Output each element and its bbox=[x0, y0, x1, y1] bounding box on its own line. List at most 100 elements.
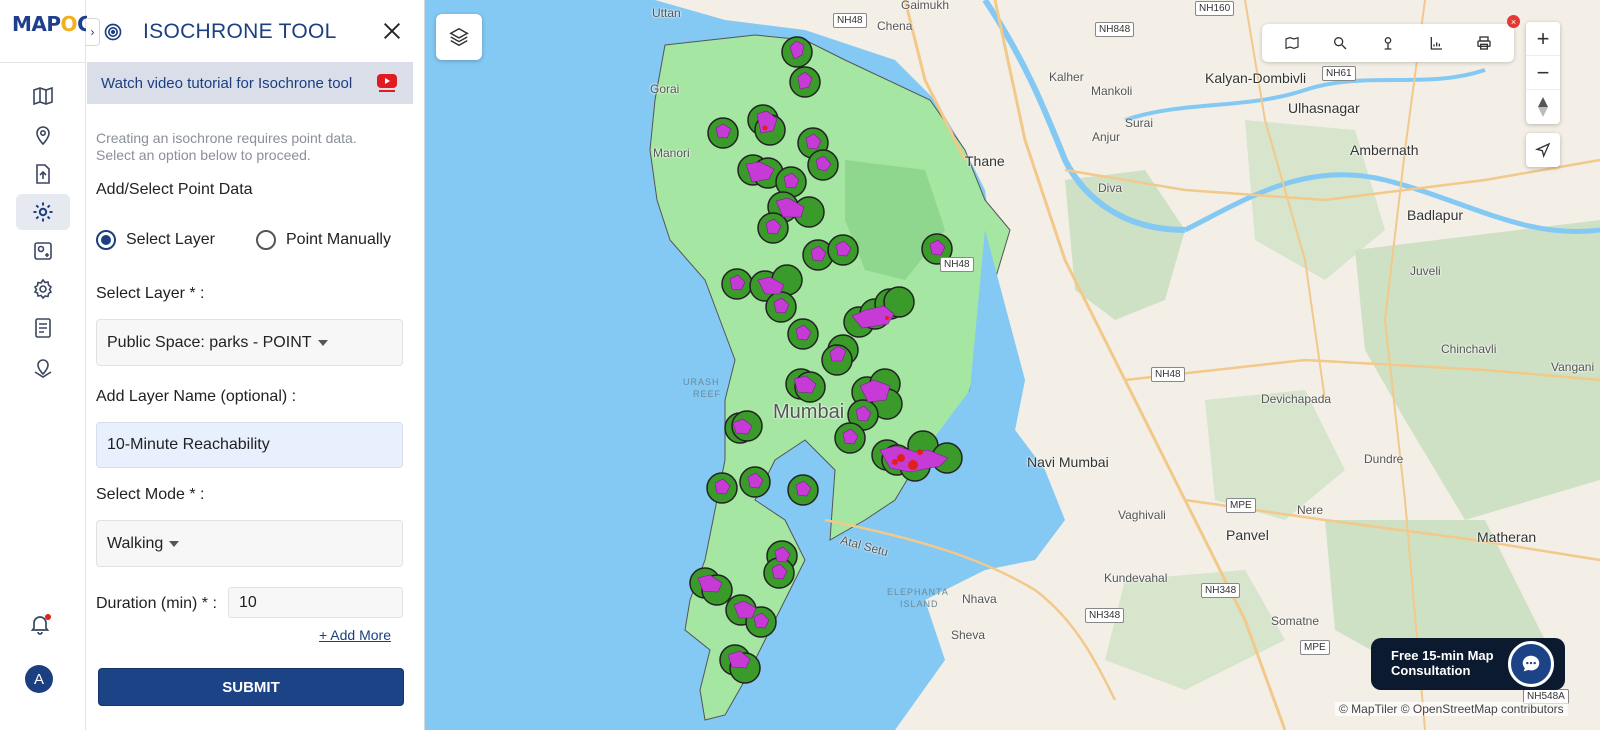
measure-icon[interactable] bbox=[1426, 33, 1446, 53]
water-label: ISLAND bbox=[900, 599, 939, 609]
locate-button[interactable] bbox=[1526, 133, 1560, 167]
video-tutorial-banner[interactable]: Watch video tutorial for Isochrone tool bbox=[87, 62, 413, 104]
highway-shield: NH61 bbox=[1322, 66, 1356, 81]
tutorial-link[interactable]: Watch video tutorial for Isochrone tool bbox=[101, 75, 352, 92]
dropdown-caret-icon bbox=[317, 339, 328, 346]
highway-shield: NH160 bbox=[1195, 1, 1235, 16]
place-label: Chinchavli bbox=[1441, 342, 1497, 356]
add-more-link[interactable]: + Add More bbox=[319, 627, 391, 643]
place-label: Thane bbox=[965, 153, 1005, 169]
place-label: Badlapur bbox=[1407, 207, 1464, 223]
user-avatar[interactable]: A bbox=[25, 665, 53, 693]
close-icon[interactable] bbox=[381, 20, 403, 42]
map-basemap bbox=[425, 0, 1600, 730]
place-label: Vangani bbox=[1551, 360, 1595, 374]
place-label: Mankoli bbox=[1091, 84, 1133, 98]
mode-select-value: Walking bbox=[107, 534, 164, 552]
radio-select-layer-label: Select Layer bbox=[126, 231, 215, 248]
layer-select[interactable]: Public Space: parks - POINT bbox=[96, 319, 403, 366]
place-label: Nhava bbox=[962, 592, 997, 606]
app-root: MAPOG A › IS bbox=[0, 0, 1600, 730]
radio-point-manually-label: Point Manually bbox=[286, 231, 391, 248]
pin-icon[interactable] bbox=[1378, 33, 1398, 53]
map-marker-check-icon[interactable] bbox=[16, 350, 70, 386]
place-label: Somatne bbox=[1271, 614, 1320, 628]
expand-rail-chevron-icon[interactable]: › bbox=[86, 18, 100, 46]
submit-button[interactable]: SUBMIT bbox=[98, 668, 404, 706]
layers-button[interactable] bbox=[436, 14, 482, 60]
place-label: Sheva bbox=[951, 628, 986, 642]
location-pin-icon[interactable] bbox=[16, 117, 70, 153]
place-label: Juveli bbox=[1410, 264, 1441, 278]
layer-select-value: Public Space: parks - POINT bbox=[107, 333, 312, 351]
highway-shield: NH848 bbox=[1095, 22, 1135, 37]
highway-shield: MPE bbox=[1300, 640, 1330, 655]
dropdown-caret-icon bbox=[169, 540, 180, 547]
print-icon[interactable] bbox=[1474, 33, 1494, 53]
highway-shield: MPE bbox=[1226, 498, 1256, 513]
water-label: ELEPHANTA bbox=[887, 587, 949, 597]
file-upload-icon[interactable] bbox=[16, 156, 70, 192]
toolbar-close-icon[interactable]: × bbox=[1507, 15, 1520, 28]
search-icon[interactable] bbox=[1330, 33, 1350, 53]
zoom-in-button[interactable]: + bbox=[1526, 22, 1560, 56]
map-settings-icon[interactable] bbox=[16, 233, 70, 269]
map-icon[interactable] bbox=[16, 78, 70, 114]
section-title: Add/Select Point Data bbox=[96, 181, 253, 198]
mode-label: Select Mode * : bbox=[96, 486, 205, 503]
place-label: Ulhasnagar bbox=[1288, 100, 1360, 116]
place-label: Surai bbox=[1125, 116, 1154, 130]
map-view-icon[interactable] bbox=[1282, 33, 1302, 53]
place-label: Anjur bbox=[1092, 130, 1121, 144]
consultation-text: Free 15-min Map Consultation bbox=[1391, 648, 1494, 678]
zoom-controls: + − bbox=[1526, 22, 1560, 124]
highway-shield: NH48 bbox=[833, 13, 867, 28]
highway-shield: NH48 bbox=[1151, 367, 1185, 382]
gear-tools-icon[interactable] bbox=[16, 194, 70, 230]
radio-button-checked[interactable] bbox=[96, 230, 116, 250]
map-attribution[interactable]: © MapTiler © OpenStreetMap contributors bbox=[1335, 702, 1568, 716]
place-label: Diva bbox=[1098, 181, 1123, 195]
left-rail: MAPOG A bbox=[0, 0, 93, 730]
highway-shield: NH348 bbox=[1085, 608, 1125, 623]
place-label: Mumbai bbox=[773, 401, 845, 423]
panel-description: Creating an isochrone requires point dat… bbox=[96, 130, 357, 163]
place-label: Navi Mumbai bbox=[1027, 454, 1109, 470]
highway-shield: NH48 bbox=[940, 257, 974, 272]
select-layer-label: Select Layer * : bbox=[96, 285, 205, 302]
duration-input[interactable] bbox=[228, 587, 403, 618]
settings-icon[interactable] bbox=[16, 271, 70, 307]
panel-header: ISOCHRONE TOOL bbox=[87, 0, 425, 62]
isochrone-icon bbox=[104, 23, 122, 41]
place-label: Devichapada bbox=[1261, 392, 1332, 406]
compass-button[interactable] bbox=[1526, 90, 1560, 124]
compass-icon bbox=[1538, 97, 1548, 117]
place-label: Uttan bbox=[652, 6, 681, 20]
radio-point-manually[interactable]: Point Manually bbox=[256, 230, 391, 250]
chat-button[interactable] bbox=[1508, 641, 1554, 687]
panel-title: ISOCHRONE TOOL bbox=[143, 20, 337, 43]
mode-select[interactable]: Walking bbox=[96, 520, 403, 567]
place-label: Gorai bbox=[650, 82, 680, 96]
zoom-out-button[interactable]: − bbox=[1526, 56, 1560, 90]
layer-name-label: Add Layer Name (optional) : bbox=[96, 388, 297, 405]
isochrone-panel: ISOCHRONE TOOL Watch video tutorial for … bbox=[87, 0, 425, 730]
radio-select-layer[interactable]: Select Layer bbox=[96, 230, 215, 250]
report-icon[interactable] bbox=[16, 310, 70, 346]
layers-icon bbox=[449, 27, 469, 47]
place-label: Nere bbox=[1297, 503, 1324, 517]
rail-divider bbox=[0, 62, 86, 63]
water-label: URASH bbox=[683, 377, 720, 387]
place-label: Manori bbox=[653, 146, 690, 160]
place-label: Vaghivali bbox=[1118, 508, 1166, 522]
mapog-logo[interactable]: MAPOG bbox=[12, 12, 93, 36]
youtube-icon[interactable] bbox=[375, 71, 399, 95]
radio-button-unchecked[interactable] bbox=[256, 230, 276, 250]
navigation-arrow-icon bbox=[1535, 142, 1551, 158]
layer-name-input[interactable] bbox=[96, 422, 403, 468]
highway-shield: NH348 bbox=[1201, 583, 1241, 598]
map-toolbar bbox=[1262, 24, 1514, 62]
map-canvas[interactable]: Uttan Gaimukh Chena Gorai Manori Kalher … bbox=[425, 0, 1600, 730]
place-label: Chena bbox=[877, 19, 913, 33]
notification-dot bbox=[45, 614, 51, 620]
